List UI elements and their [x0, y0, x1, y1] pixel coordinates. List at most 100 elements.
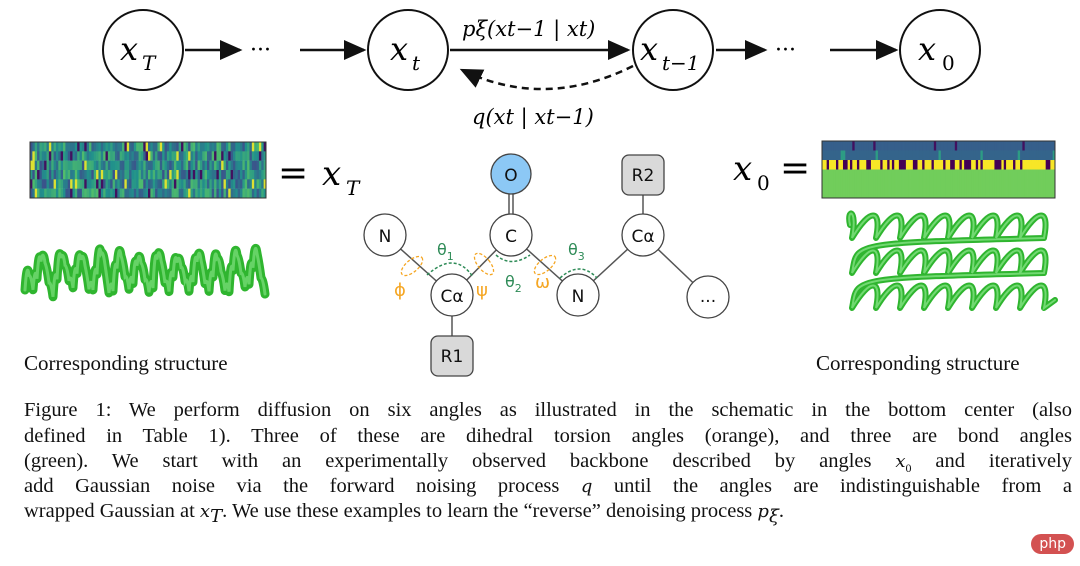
heatmap-cell	[996, 188, 1000, 199]
heatmap-cell	[261, 188, 265, 199]
heatmap-cell	[72, 179, 76, 189]
heatmap-cell	[943, 188, 946, 199]
heatmap-cell	[190, 170, 194, 180]
heatmap-cell	[256, 170, 260, 180]
heatmap-cell	[954, 169, 958, 180]
heatmap-cell	[1001, 169, 1005, 180]
heatmap-cell	[1029, 141, 1033, 151]
heatmap-cell	[985, 188, 988, 199]
heatmap-cell	[98, 160, 102, 171]
heatmap-cell	[1015, 141, 1019, 151]
heatmap-cell	[48, 188, 52, 199]
heatmap-cell	[999, 160, 1002, 170]
heatmap-cell	[840, 169, 844, 180]
heatmap-cell	[240, 142, 243, 152]
heatmap-cell	[896, 141, 900, 151]
heatmap-cell	[1041, 179, 1044, 189]
heatmap-cell	[195, 151, 198, 161]
heatmap-cell	[105, 160, 109, 171]
heatmap-cell	[854, 141, 858, 151]
heatmap-cell	[861, 150, 865, 161]
heatmap-cell	[849, 188, 853, 199]
heatmap-cell	[70, 170, 73, 180]
node-x0	[899, 9, 981, 91]
heatmap-cell	[173, 142, 177, 152]
heatmap-cell	[126, 188, 130, 199]
heatmap-cell	[856, 150, 860, 161]
heatmap-cell	[863, 141, 867, 151]
heatmap-cell	[1038, 141, 1042, 151]
heatmap-cell	[140, 170, 144, 180]
heatmap-cell	[81, 142, 85, 152]
heatmap-cell	[840, 188, 844, 199]
heatmap-cell	[852, 150, 856, 161]
heatmap-cell	[34, 179, 38, 189]
heatmap-cell	[870, 160, 874, 170]
heatmap-cell	[894, 169, 897, 180]
heatmap-cell	[999, 141, 1002, 151]
heatmap-cell	[34, 170, 38, 180]
heatmap-cell	[51, 160, 54, 171]
heatmap-cell	[1010, 160, 1014, 170]
node-xt-1-var: x	[640, 30, 658, 68]
heatmap-cell	[861, 169, 865, 180]
heatmap-cell	[873, 150, 876, 161]
heatmap-cell	[1048, 141, 1051, 151]
heatmap-cell	[952, 160, 956, 170]
heatmap-cell	[46, 142, 50, 152]
heatmap-cell	[994, 160, 998, 170]
heatmap-cell	[242, 188, 246, 199]
heatmap-cell	[1036, 141, 1040, 151]
heatmap-cell	[926, 169, 930, 180]
heatmap-cell	[863, 188, 867, 199]
heatmap-cell	[922, 169, 925, 180]
heatmap-cell	[1038, 169, 1042, 180]
heatmap-cell	[936, 141, 939, 151]
heatmap-cell	[112, 170, 116, 180]
heatmap-cell	[903, 188, 907, 199]
x0-label-sub: 0	[757, 171, 770, 195]
heatmap-cell	[164, 151, 168, 161]
heatmap-cell	[985, 160, 988, 170]
heatmap-cell	[60, 188, 64, 199]
heatmap-cell	[155, 151, 158, 161]
heatmap-cell	[856, 188, 860, 199]
heatmap-cell	[37, 160, 40, 171]
heatmap-cell	[954, 150, 958, 161]
heatmap-cell	[1038, 150, 1042, 161]
heatmap-cell	[884, 188, 888, 199]
heatmap-cell	[889, 188, 893, 199]
heatmap-cell	[235, 170, 239, 180]
heatmap-cell	[1003, 179, 1007, 189]
heatmap-cell	[81, 160, 85, 171]
heatmap-cell	[89, 160, 92, 171]
heatmap-cell	[143, 179, 147, 189]
heatmap-cell	[249, 142, 253, 152]
heatmap-cell	[952, 150, 956, 161]
heatmap-cell	[1001, 188, 1005, 199]
heatmap-cell	[230, 188, 234, 199]
heatmap-cell	[863, 150, 867, 161]
heatmap-cell	[936, 160, 939, 170]
heatmap-cell	[244, 170, 248, 180]
heatmap-cell	[44, 179, 47, 189]
heatmap-cell	[929, 188, 932, 199]
heatmap-cell	[218, 142, 222, 152]
heatmap-cell	[207, 142, 210, 152]
heatmap-cell	[852, 179, 856, 189]
heatmap-cell	[917, 169, 921, 180]
heatmap-cell	[1001, 141, 1005, 151]
heatmap-cell	[856, 169, 860, 180]
heatmap-cell	[258, 142, 262, 152]
heatmap-cell	[833, 179, 837, 189]
heatmap-cell	[924, 179, 928, 189]
heatmap-cell	[93, 179, 97, 189]
heatmap-cell	[959, 169, 963, 180]
svg-text:N: N	[379, 227, 392, 247]
heatmap-cell	[880, 160, 883, 170]
heatmap-cell	[162, 170, 165, 180]
heatmap-cell	[254, 142, 257, 152]
heatmap-cell	[910, 150, 914, 161]
watermark: php	[1031, 534, 1074, 554]
heatmap-cell	[826, 150, 830, 161]
